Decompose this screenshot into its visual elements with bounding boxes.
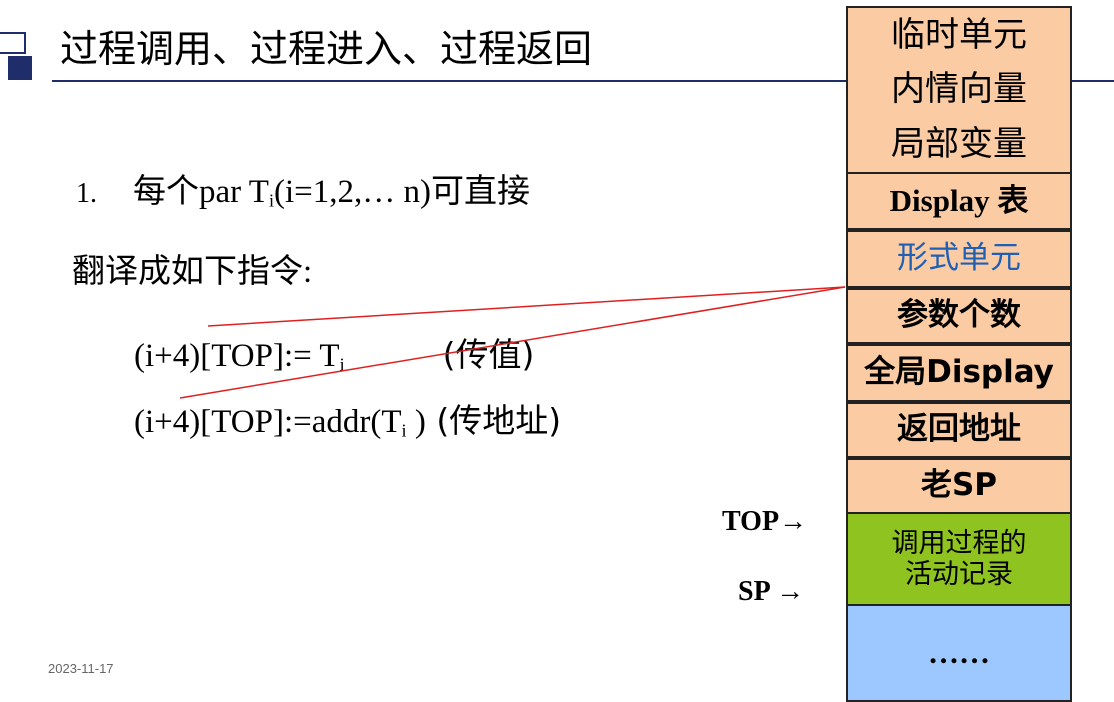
caller-line-1: 调用过程的 [891,527,1027,559]
cell-global-display: 全局Display [846,344,1072,402]
line3-expr: (i+4)[TOP]:= T [134,338,340,374]
body-line-2: 翻译成如下指令: [72,244,312,292]
cell-caller-record: 调用过程的 活动记录 [846,512,1072,606]
line3-note: (传值) [442,335,535,374]
link-line-by-value [207,286,846,327]
sp-pointer-label: SP → [738,576,805,607]
cell-temp: 临时单元 [891,14,1027,55]
instruction-by-value: (i+4)[TOP]:= Ti (传值) [134,328,534,376]
top-pointer-label: TOP→ [722,506,808,537]
line1-post: (i=1,2,… n) [274,174,432,210]
line1-pre: 每个 [133,171,199,210]
cell-local-vars: 局部变量 [891,124,1027,165]
cell-return-address: 返回地址 [846,402,1072,458]
cell-rest: …… [846,604,1072,702]
slide-title: 过程调用、过程进入、过程返回 [60,27,593,71]
caller-line-2: 活动记录 [905,559,1013,590]
slide-date: 2023-11-17 [48,661,114,676]
line1-par: par T [199,174,269,210]
line3-sub: i [339,354,345,375]
logo-square [8,56,32,80]
stack-upper-block: 临时单元 内情向量 局部变量 [846,6,1072,172]
cell-old-sp: 老SP [846,458,1072,514]
logo-frame [0,32,26,54]
body-line-1: 1. 每个par Ti(i=1,2,… n)可直接 [76,164,530,212]
line2-colon: : [303,254,313,290]
cell-inner-vector: 内情向量 [891,69,1027,110]
cell-param-count: 参数个数 [846,288,1072,344]
cell-formal-units: 形式单元 [846,230,1072,288]
line2-text: 翻译成如下指令 [72,251,303,290]
list-number: 1. [76,178,97,209]
line1-tail: 可直接 [431,171,531,210]
line4-close: ) [406,404,426,440]
line4-note: (传地址) [425,401,562,440]
instruction-by-address: (i+4)[TOP]:=addr(Ti ) (传地址) [134,394,561,442]
cell-display-table: Display 表 [846,172,1072,230]
line4-expr: (i+4)[TOP]:=addr(T [134,404,402,440]
